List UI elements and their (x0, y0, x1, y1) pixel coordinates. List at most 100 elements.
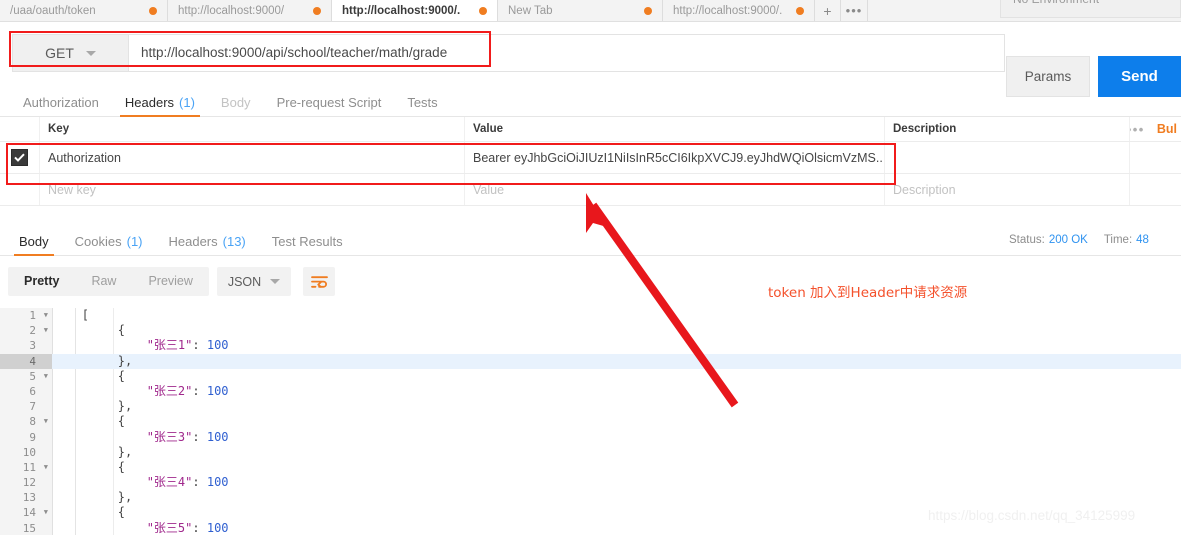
status-value: 200 OK (1048, 234, 1088, 246)
code-line-text: { (52, 460, 125, 475)
tab-count-badge: (1) (126, 233, 143, 249)
body-view-mode-raw[interactable]: Raw (75, 267, 132, 296)
http-method-selector[interactable]: GET (12, 34, 129, 72)
code-line[interactable]: 2 ▼ { (0, 323, 1181, 339)
token-n: 100 (206, 338, 229, 353)
line-number: 2 ▼ (0, 323, 52, 339)
body-view-mode-pretty[interactable]: Pretty (8, 267, 75, 296)
body-format-label: JSON (227, 274, 262, 289)
code-line-text: }, (52, 399, 132, 414)
request-tab-label: /uaa/oauth/token (10, 4, 96, 17)
chevron-down-icon (85, 50, 96, 56)
line-number: 8 ▼ (0, 414, 52, 430)
table-row[interactable]: Authorization Bearer eyJhbGciOiJIUzI1NiI… (0, 142, 1181, 174)
new-tab-button[interactable]: + (815, 0, 841, 21)
column-header-key: Key (40, 117, 465, 141)
fold-toggle-icon[interactable]: ▼ (44, 369, 48, 384)
line-number: 1 ▼ (0, 308, 52, 324)
request-tab-authorization[interactable]: Authorization (10, 88, 112, 116)
column-header-description: Description (885, 117, 1130, 141)
time-value: 48 (1136, 234, 1149, 246)
response-tab-cookies[interactable]: Cookies (1) (62, 227, 156, 255)
tab-count-badge: (1) (179, 94, 195, 110)
request-tab-tests[interactable]: Tests (394, 88, 450, 116)
code-line-text: "张三4": 100 (52, 475, 229, 490)
column-header-value: Value (465, 117, 885, 141)
request-tab-4[interactable]: http://localhost:9000/. (663, 0, 815, 21)
code-line[interactable]: 4 }, (0, 353, 1181, 369)
new-row-actions (1130, 174, 1181, 205)
request-tab-2[interactable]: http://localhost:9000/. (332, 0, 498, 21)
code-line[interactable]: 11 ▼ { (0, 459, 1181, 476)
token-p: [ (81, 308, 89, 322)
code-line-text: { (52, 323, 125, 338)
code-line[interactable]: 13 }, (0, 490, 1181, 506)
request-tab-pre-request-script[interactable]: Pre-request Script (264, 88, 395, 116)
word-wrap-button[interactable] (303, 267, 335, 296)
header-checkbox-column (0, 117, 40, 141)
code-line[interactable]: 3 "张三1": 100 (0, 338, 1181, 354)
line-number: 12 (0, 475, 52, 491)
request-tab-headers[interactable]: Headers (1) (112, 88, 208, 117)
request-tab-label: http://localhost:9000/ (178, 4, 285, 17)
headers-more-icon[interactable]: ••• (1130, 122, 1145, 137)
code-line-text: [ (52, 308, 89, 323)
fold-toggle-icon[interactable]: ▼ (44, 323, 48, 338)
code-line[interactable]: 9 "张三3": 100 (0, 429, 1181, 445)
unsaved-indicator-icon (796, 6, 804, 15)
request-section-tabs: Authorization Headers (1) Body Pre-request S… (0, 88, 1181, 117)
body-view-mode-preview[interactable]: Preview (132, 267, 208, 296)
row-checkbox[interactable] (11, 149, 28, 166)
code-line[interactable]: 7 }, (0, 399, 1181, 415)
url-input[interactable]: http://localhost:9000/api/school/teacher… (129, 34, 1005, 72)
request-tab-3[interactable]: New Tab (498, 0, 663, 21)
code-line[interactable]: 5 ▼ { (0, 368, 1181, 384)
tab-label: Cookies (74, 233, 122, 249)
header-value-cell[interactable]: Bearer eyJhbGciOiJIUzI1NiIsInR5cCI6IkpXV… (465, 142, 885, 173)
headers-table-header-row: Key Value Description ••• Bul (0, 117, 1181, 142)
line-number: 13 (0, 490, 52, 506)
table-row-new[interactable]: New key Value Description (0, 174, 1181, 206)
tab-label: Body (19, 233, 49, 249)
code-line-text: "张三5": 100 (52, 521, 229, 535)
token-p: { (117, 459, 126, 474)
token-p: }, (117, 399, 133, 414)
code-line[interactable]: 1 ▼ [ (0, 308, 1181, 324)
code-line[interactable]: 8 ▼ { (0, 414, 1181, 430)
fold-toggle-icon[interactable]: ▼ (44, 308, 48, 323)
response-tab-body[interactable]: Body (6, 227, 62, 256)
code-line-text: { (52, 505, 125, 520)
body-format-selector[interactable]: JSON (217, 267, 291, 296)
token-p: { (117, 505, 126, 520)
bulk-edit-link[interactable]: Bul (1157, 122, 1177, 136)
environment-selector[interactable]: No Environment (1000, 0, 1181, 18)
time-readout: Time: 48 (1104, 234, 1149, 246)
new-key-input[interactable]: New key (40, 174, 465, 205)
fold-toggle-icon[interactable]: ▼ (44, 505, 48, 520)
request-tab-0[interactable]: /uaa/oauth/token (0, 0, 168, 21)
watermark: https://blog.csdn.net/qq_34125999 (928, 508, 1136, 523)
token-p: : (192, 475, 207, 490)
code-line[interactable]: 10 }, (0, 444, 1181, 460)
headers-table-actions: ••• Bul (1130, 117, 1181, 141)
response-tab-headers[interactable]: Headers (13) (156, 227, 259, 255)
response-body-viewer[interactable]: 1 ▼ [2 ▼ {3 "张三1": 100 4 }, 5 ▼ {6 "张三2": 100… (0, 308, 1181, 535)
unsaved-indicator-icon (313, 6, 321, 15)
fold-toggle-icon[interactable]: ▼ (44, 460, 48, 475)
request-tab-1[interactable]: http://localhost:9000/ (168, 0, 332, 21)
request-tab-body[interactable]: Body (208, 88, 264, 116)
code-line[interactable]: 12 "张三4": 100 (0, 475, 1181, 491)
header-key-cell[interactable]: Authorization (40, 142, 465, 173)
token-p: : (192, 383, 207, 398)
response-section-tabs: Body Cookies (1) Headers (13) Test Results (0, 227, 1181, 256)
new-value-input[interactable]: Value (465, 174, 885, 205)
tab-overflow-menu-button[interactable]: ••• (841, 0, 867, 21)
tab-label: Authorization (23, 94, 99, 110)
fold-toggle-icon[interactable]: ▼ (44, 414, 48, 429)
response-tab-test-results[interactable]: Test Results (259, 227, 356, 255)
code-line[interactable]: 6 "张三2": 100 (0, 383, 1181, 400)
header-row-actions (1130, 142, 1181, 173)
header-description-cell[interactable] (885, 142, 1130, 173)
new-description-input[interactable]: Description (885, 174, 1130, 205)
body-view-mode-group: Pretty Raw Preview (8, 267, 209, 296)
